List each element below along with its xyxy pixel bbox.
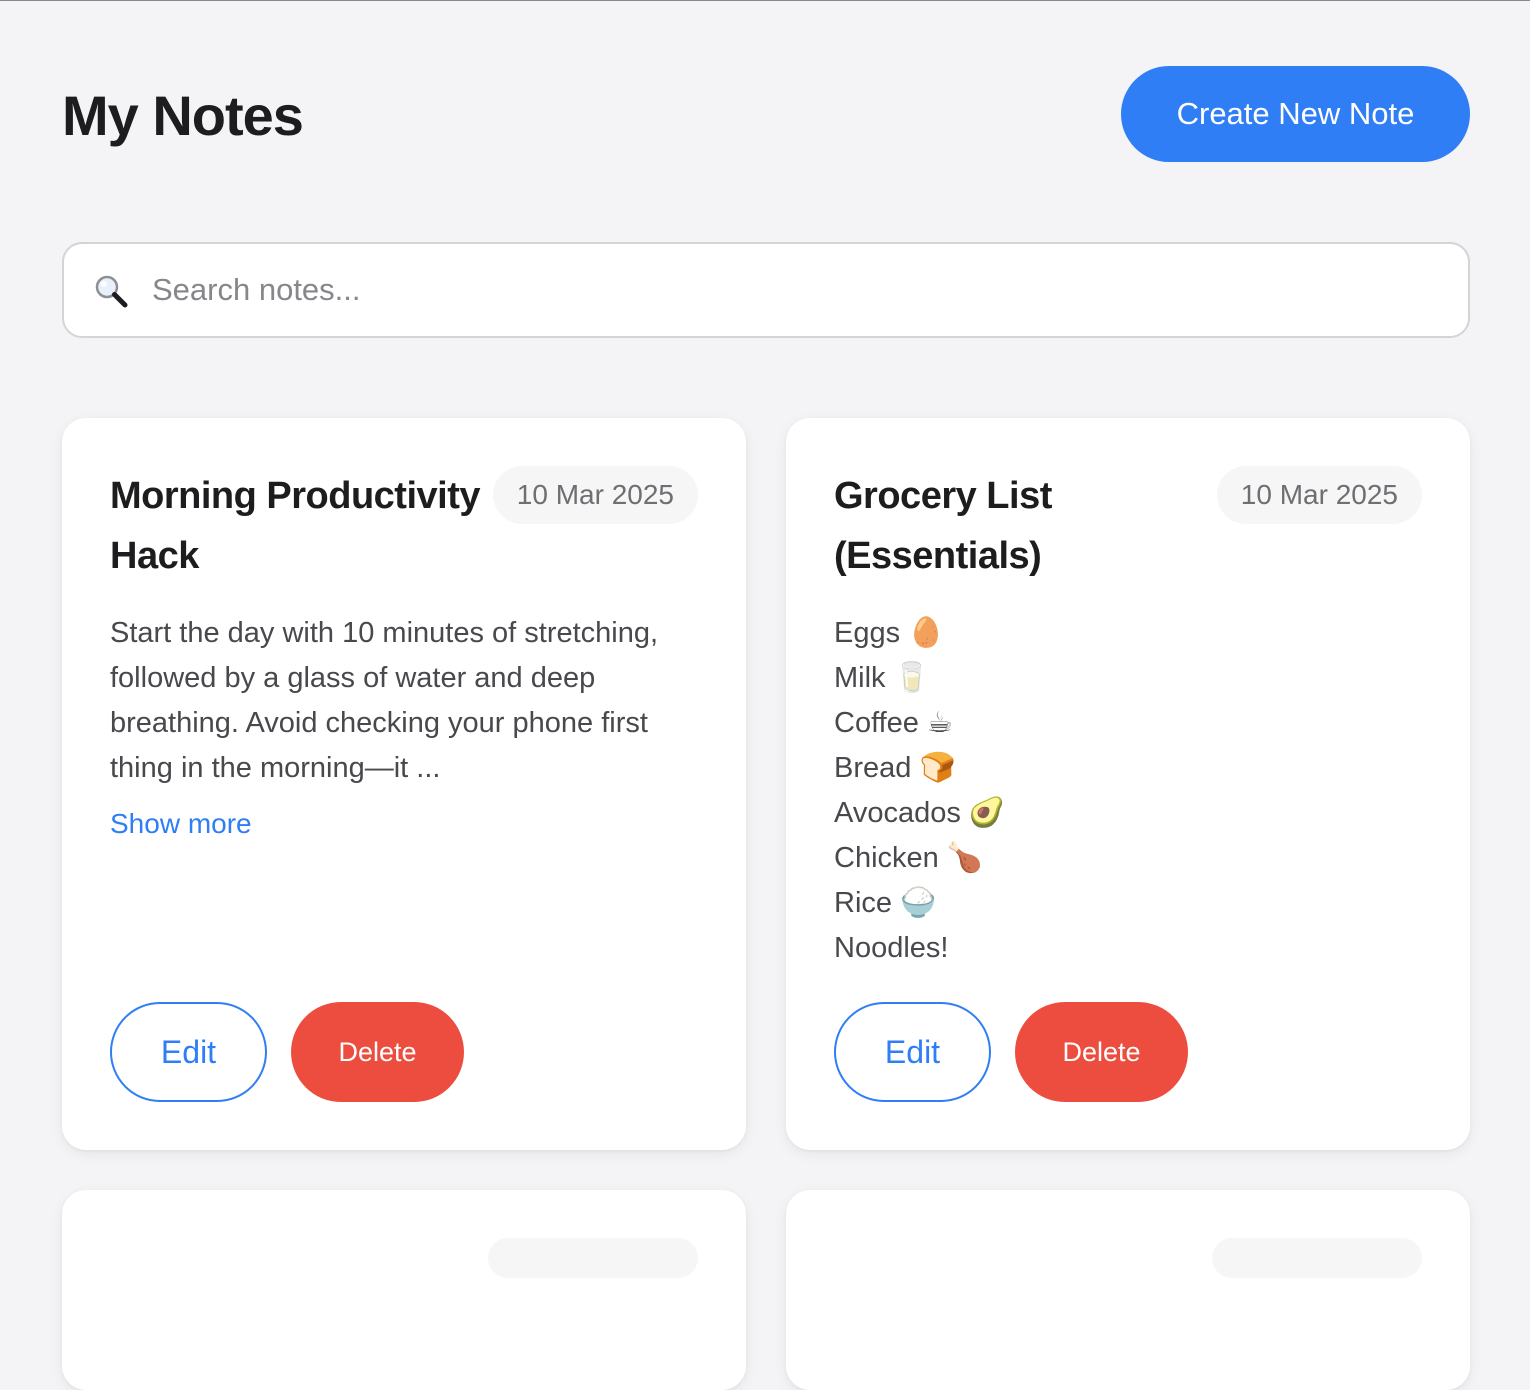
page-header: My Notes Create New Note (62, 66, 1470, 162)
list-item: Chicken 🍗 (834, 842, 983, 874)
list-item: Rice 🍚 (834, 887, 937, 919)
note-body: Start the day with 10 minutes of stretch… (110, 617, 659, 784)
note-card: Morning Productivity Hack 10 Mar 2025 St… (62, 418, 746, 1150)
note-date-badge (1212, 1238, 1422, 1278)
note-date-badge: 10 Mar 2025 (1216, 466, 1422, 524)
note-item-list: Eggs 🥚 Milk 🥛 Coffee ☕ Bread 🍞 Avocados … (834, 611, 1005, 971)
list-item: Coffee ☕ (834, 707, 953, 739)
list-item: Noodles! (834, 932, 949, 964)
list-item: Avocados 🥑 (834, 797, 1005, 829)
top-divider (0, 0, 1530, 1)
delete-button[interactable]: Delete (291, 1002, 464, 1102)
list-item: Milk 🥛 (834, 662, 930, 694)
list-item: Eggs 🥚 (834, 617, 945, 649)
page-title: My Notes (62, 84, 304, 147)
list-item: Bread 🍞 (834, 752, 956, 784)
note-title: Morning Productivity Hack (110, 475, 481, 577)
show-more-link[interactable]: Show more (110, 808, 252, 840)
search-icon (94, 274, 128, 308)
create-new-note-button[interactable]: Create New Note (1121, 66, 1470, 162)
note-date-badge: 10 Mar 2025 (492, 466, 698, 524)
delete-button[interactable]: Delete (1015, 1002, 1188, 1102)
search-input[interactable] (152, 244, 1442, 336)
search-bar[interactable] (62, 242, 1470, 338)
note-card (62, 1190, 746, 1390)
edit-button[interactable]: Edit (110, 1002, 267, 1102)
note-card (786, 1190, 1470, 1390)
edit-button[interactable]: Edit (834, 1002, 991, 1102)
note-date-badge (488, 1238, 698, 1278)
note-title: Grocery List (Essentials) (834, 475, 1052, 577)
note-card: Grocery List (Essentials) 10 Mar 2025 Eg… (786, 418, 1470, 1150)
